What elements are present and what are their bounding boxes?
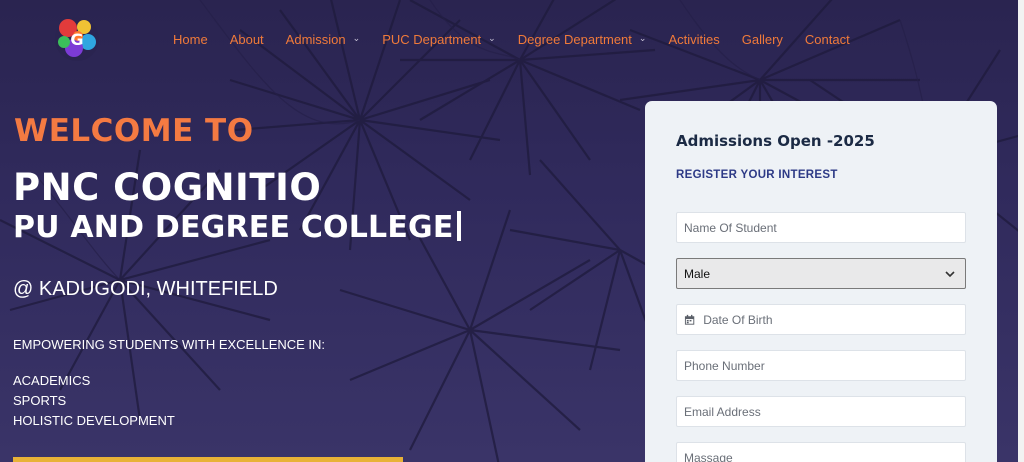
dob-field[interactable] xyxy=(676,304,966,335)
typing-cursor xyxy=(456,211,461,241)
nav-puc-department[interactable]: PUC Department ⌄ xyxy=(382,32,496,47)
college-location: @ KADUGODI, WHITEFIELD xyxy=(13,278,278,300)
college-logo-icon[interactable]: G xyxy=(52,14,102,64)
nav-admission-label: Admission xyxy=(285,32,346,47)
nav-gallery-label: Gallery xyxy=(741,32,783,47)
cta-button[interactable] xyxy=(13,457,403,462)
nav-about[interactable]: About xyxy=(230,32,264,47)
list-item: HOLISTIC DEVELOPMENT xyxy=(13,413,175,428)
empower-text: EMPOWERING STUDENTS WITH EXCELLENCE IN: xyxy=(13,337,326,352)
admission-form-card: Admissions Open -2025 REGISTER YOUR INTE… xyxy=(645,101,997,462)
calendar-icon xyxy=(684,314,695,325)
nav-home-label: Home xyxy=(173,32,208,47)
student-name-input[interactable] xyxy=(684,220,965,235)
nav-activities-label: Activities xyxy=(668,32,720,47)
main-navigation: Home About Admission ⌄ PUC Department ⌄ De… xyxy=(173,32,872,47)
message-field[interactable] xyxy=(676,442,966,462)
nav-contact[interactable]: Contact xyxy=(805,32,850,47)
email-field[interactable] xyxy=(676,396,966,427)
chevron-down-icon: ⌄ xyxy=(638,33,647,43)
message-input[interactable] xyxy=(684,450,965,462)
nav-home[interactable]: Home xyxy=(173,32,208,47)
phone-input[interactable] xyxy=(684,358,965,373)
list-item: ACADEMICS xyxy=(13,373,91,388)
nav-about-label: About xyxy=(229,32,264,47)
college-name-line2-text: PU AND DEGREE COLLEGE xyxy=(13,210,454,245)
chevron-down-icon: ⌄ xyxy=(352,33,361,43)
nav-admission[interactable]: Admission ⌄ xyxy=(286,32,361,47)
chevron-down-icon: ⌄ xyxy=(488,33,496,43)
gender-select[interactable]: Male xyxy=(676,258,966,289)
college-name-line1: PNC COGNITIO xyxy=(13,166,322,209)
nav-puc-department-label: PUC Department xyxy=(382,32,482,47)
nav-activities[interactable]: Activities xyxy=(668,32,719,47)
phone-field[interactable] xyxy=(676,350,966,381)
chevron-down-icon xyxy=(945,270,955,277)
nav-degree-department[interactable]: Degree Department ⌄ xyxy=(518,32,647,47)
form-subtitle: REGISTER YOUR INTEREST xyxy=(676,169,838,181)
excellence-list: ACADEMICS SPORTS HOLISTIC DEVELOPMENT xyxy=(13,371,175,431)
scrollbar-gutter xyxy=(1018,0,1024,462)
list-item: SPORTS xyxy=(13,393,67,408)
nav-gallery[interactable]: Gallery xyxy=(742,32,783,47)
dob-input[interactable] xyxy=(703,312,965,327)
gender-select-value: Male xyxy=(684,266,711,281)
welcome-heading: WELCOME TO xyxy=(14,113,254,149)
nav-contact-label: Contact xyxy=(804,32,850,47)
college-name-line2: PU AND DEGREE COLLEGE xyxy=(13,210,461,245)
email-input[interactable] xyxy=(684,404,965,419)
svg-text:G: G xyxy=(70,30,83,49)
student-name-field[interactable] xyxy=(676,212,966,243)
form-title: Admissions Open -2025 xyxy=(676,132,875,150)
nav-degree-department-label: Degree Department xyxy=(517,32,632,47)
